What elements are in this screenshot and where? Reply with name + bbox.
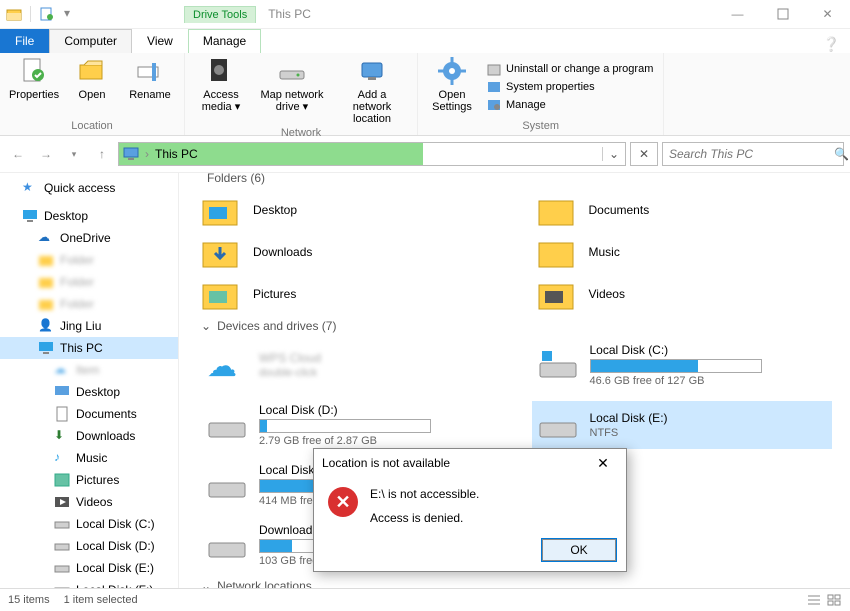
thispc-icon [123, 146, 139, 162]
nav-quick-access[interactable]: ★Quick access [0, 177, 178, 199]
drive-e[interactable]: Local Disk (E:)NTFS [532, 401, 833, 449]
nav-thispc[interactable]: This PC [0, 337, 178, 359]
nav-disk-c[interactable]: Local Disk (C:) [0, 513, 178, 535]
section-folders-header[interactable]: Folders (6) [201, 173, 832, 185]
folder-videos[interactable]: Videos [537, 277, 833, 311]
window-title: This PC [268, 7, 311, 21]
nav-onedrive[interactable]: ☁OneDrive [0, 227, 178, 249]
tab-manage[interactable]: Manage [188, 29, 261, 53]
minimize-button[interactable]: — [715, 0, 760, 28]
maximize-button[interactable] [760, 0, 805, 28]
tab-computer[interactable]: Computer [49, 29, 132, 53]
nav-back-button[interactable]: ← [6, 142, 30, 166]
close-button[interactable]: ✕ [805, 0, 850, 28]
nav-disk-d[interactable]: Local Disk (D:) [0, 535, 178, 557]
nav-blur-4[interactable]: ☁Item [0, 359, 178, 381]
dialog-ok-button[interactable]: OK [542, 539, 616, 561]
ribbon-access-media[interactable]: Access media ▾ [195, 55, 247, 125]
nav-desktop-top[interactable]: Desktop [0, 205, 178, 227]
error-icon: ✕ [328, 487, 358, 517]
folder-desktop[interactable]: Desktop [201, 193, 497, 227]
ribbon-uninstall[interactable]: Uninstall or change a program [486, 61, 653, 77]
qat-properties-icon[interactable] [39, 6, 55, 22]
help-icon[interactable]: ❔ [823, 36, 840, 53]
nav-pc-documents[interactable]: Documents [0, 403, 178, 425]
folder-downloads[interactable]: Downloads [201, 235, 497, 269]
context-tab-drivetools[interactable]: Drive Tools [184, 6, 256, 23]
nav-disk-f[interactable]: Local Disk (F:) [0, 579, 178, 588]
address-bar-row: ← → ▾ ↑ › This PC ⌄ ✕ 🔍 [0, 136, 850, 173]
address-text: This PC [155, 147, 198, 161]
error-dialog: Location is not available ✕ ✕ E:\ is not … [313, 448, 627, 572]
drive-cloud[interactable]: ☁WPS Clouddouble-click [201, 341, 502, 389]
ribbon-tabs: File Computer View Manage ❔ [0, 29, 850, 53]
ribbon-open-settings[interactable]: Open Settings [428, 55, 476, 118]
nav-recent-button[interactable]: ▾ [62, 142, 86, 166]
nav-pc-music[interactable]: ♪Music [0, 447, 178, 469]
nav-up-button[interactable]: ↑ [90, 142, 114, 166]
dialog-title: Location is not available [322, 456, 450, 470]
navigation-pane: ★Quick access Desktop ☁OneDrive Folder F… [0, 173, 179, 588]
status-item-count: 15 items [8, 594, 50, 606]
nav-pc-desktop[interactable]: Desktop [0, 381, 178, 403]
view-icons-button[interactable] [826, 593, 842, 607]
dialog-close-button[interactable]: ✕ [588, 455, 618, 472]
ribbon-group-system: System [522, 118, 559, 135]
dialog-line2: Access is denied. [370, 511, 479, 525]
folder-documents[interactable]: Documents [537, 193, 833, 227]
nav-pc-videos[interactable]: Videos [0, 491, 178, 513]
folder-pictures[interactable]: Pictures [201, 277, 497, 311]
ribbon-open[interactable]: Open [68, 55, 116, 118]
tab-view[interactable]: View [132, 29, 188, 53]
ribbon-manage[interactable]: Manage [486, 97, 653, 113]
search-box[interactable]: 🔍 [662, 142, 844, 166]
nav-pc-pictures[interactable]: Pictures [0, 469, 178, 491]
nav-blur-2[interactable]: Folder [0, 271, 178, 293]
nav-jingliu[interactable]: 👤Jing Liu [0, 315, 178, 337]
status-selection: 1 item selected [64, 594, 138, 606]
section-drives-header[interactable]: ⌄Devices and drives (7) [201, 319, 832, 333]
drive-c[interactable]: Local Disk (C:)46.6 GB free of 127 GB [532, 341, 833, 389]
stop-refresh-button[interactable]: ✕ [630, 142, 658, 166]
qat-dropdown-icon[interactable]: ▾ [59, 6, 75, 22]
address-dropdown[interactable]: ⌄ [602, 147, 625, 161]
ribbon-group-location: Location [71, 118, 113, 135]
ribbon-rename[interactable]: Rename [126, 55, 174, 118]
nav-blur-3[interactable]: Folder [0, 293, 178, 315]
folder-music[interactable]: Music [537, 235, 833, 269]
tab-file[interactable]: File [0, 29, 49, 53]
title-bar: ▾ Drive Tools This PC — ✕ [0, 0, 850, 29]
ribbon-sysprops[interactable]: System properties [486, 79, 653, 95]
view-details-button[interactable] [806, 593, 822, 607]
ribbon-map-drive[interactable]: Map network drive ▾ [257, 55, 327, 125]
section-network-header[interactable]: ⌄Network locations [201, 579, 832, 588]
address-bar[interactable]: › This PC ⌄ [118, 142, 626, 166]
ribbon-add-location[interactable]: Add a network location [337, 55, 407, 125]
drive-d[interactable]: Local Disk (D:)2.79 GB free of 2.87 GB [201, 401, 502, 449]
nav-disk-e[interactable]: Local Disk (E:) [0, 557, 178, 579]
nav-pc-downloads[interactable]: ⬇Downloads [0, 425, 178, 447]
ribbon-properties[interactable]: Properties [10, 55, 58, 118]
search-input[interactable] [663, 146, 828, 162]
status-bar: 15 items 1 item selected [0, 588, 850, 611]
dialog-line1: E:\ is not accessible. [370, 487, 479, 501]
ribbon: Properties Open Rename Location Access m… [0, 53, 850, 136]
nav-fwd-button[interactable]: → [34, 142, 58, 166]
nav-blur-1[interactable]: Folder [0, 249, 178, 271]
search-icon[interactable]: 🔍 [828, 147, 850, 161]
explorer-app-icon [6, 6, 22, 22]
